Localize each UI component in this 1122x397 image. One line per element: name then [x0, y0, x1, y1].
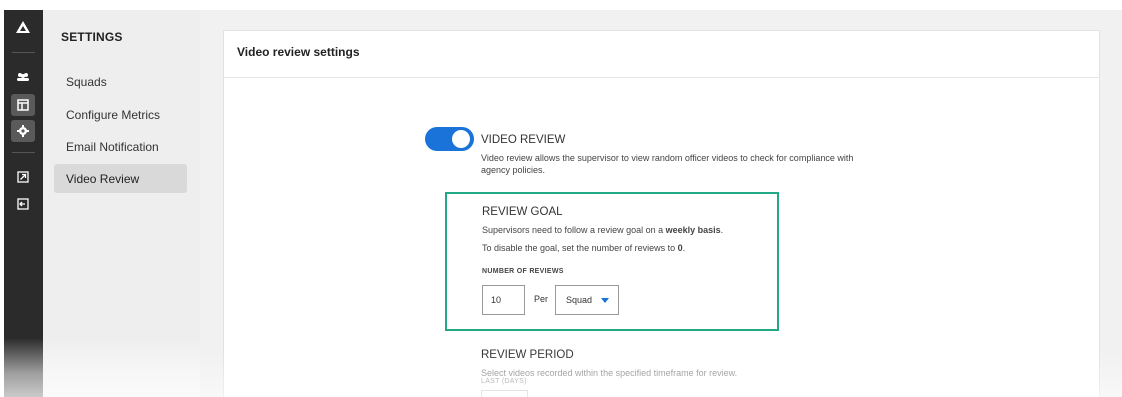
goal-line1-suffix: . — [720, 225, 724, 235]
users-icon[interactable] — [11, 66, 35, 88]
settings-nav-squads[interactable]: Squads — [54, 67, 187, 96]
video-review-toggle[interactable] — [425, 127, 474, 151]
panel-fade-overlay — [4, 338, 200, 397]
review-goal-box: REVIEW GOAL Supervisors need to follow a… — [445, 192, 779, 331]
rail-divider — [12, 152, 35, 153]
last-days-input[interactable] — [481, 390, 528, 397]
number-of-reviews-label: NUMBER OF REVIEWS — [482, 268, 564, 275]
number-of-reviews-input[interactable]: 10 — [482, 285, 525, 315]
layout-icon[interactable] — [11, 94, 35, 116]
top-strip — [0, 0, 1122, 6]
settings-nav-video-review[interactable]: Video Review — [54, 164, 187, 193]
toggle-knob — [452, 130, 470, 148]
goal-line2-prefix: To disable the goal, set the number of r… — [482, 243, 678, 253]
per-select[interactable]: Squad — [555, 285, 619, 315]
review-goal-line-2: To disable the goal, set the number of r… — [482, 242, 685, 254]
goal-line1-bold: weekly basis — [665, 225, 721, 235]
caret-down-icon — [601, 298, 609, 303]
review-period-title: REVIEW PERIOD — [481, 349, 574, 361]
settings-title: SETTINGS — [61, 30, 123, 44]
card-title: Video review settings — [237, 45, 360, 59]
last-days-label: LAST (DAYS) — [481, 378, 527, 385]
gear-icon[interactable] — [11, 120, 35, 142]
settings-nav-configure-metrics[interactable]: Configure Metrics — [54, 100, 187, 129]
card-header: Video review settings — [224, 31, 1099, 78]
settings-card: Video review settings VIDEO REVIEW Video… — [223, 30, 1100, 397]
review-goal-title: REVIEW GOAL — [482, 206, 563, 218]
description-line-2: agency policies. — [481, 165, 546, 175]
logo-icon[interactable] — [11, 16, 35, 38]
app-frame: SETTINGS Squads Configure Metrics Email … — [0, 0, 1122, 397]
goal-line2-suffix: . — [682, 243, 686, 253]
settings-nav-email-notification[interactable]: Email Notification — [54, 132, 187, 161]
external-link-icon[interactable] — [11, 166, 35, 188]
main-content: Video review settings VIDEO REVIEW Video… — [200, 10, 1122, 397]
per-label: Per — [534, 294, 549, 304]
goal-line1-prefix: Supervisors need to follow a review goal… — [482, 225, 666, 235]
logout-icon[interactable] — [11, 193, 35, 215]
rail-divider — [12, 52, 35, 53]
per-select-value: Squad — [566, 295, 593, 305]
description-line-1: Video review allows the supervisor to vi… — [481, 153, 854, 163]
review-goal-line-1: Supervisors need to follow a review goal… — [482, 224, 723, 236]
video-review-title: VIDEO REVIEW — [481, 134, 566, 146]
video-review-description: Video review allows the supervisor to vi… — [481, 152, 853, 176]
